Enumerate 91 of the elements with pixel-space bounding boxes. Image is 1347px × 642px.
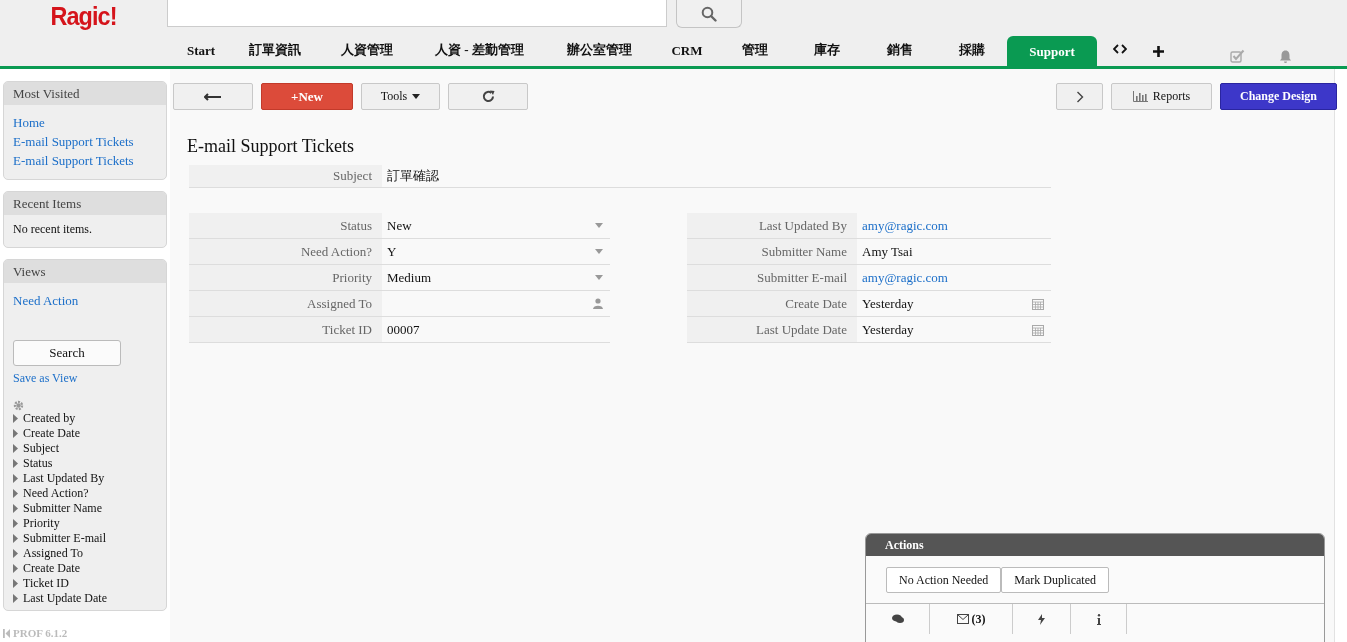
field-label: Priority — [189, 265, 382, 290]
save-view-link[interactable]: Save as View — [13, 369, 78, 388]
tab[interactable]: 人資管理 — [317, 36, 417, 66]
lightning-icon[interactable] — [1038, 613, 1045, 625]
field-label: Ticket ID — [189, 317, 382, 342]
field-value: 訂單確認 — [386, 167, 440, 185]
field-filter-item[interactable]: Create Date — [23, 561, 80, 576]
field-filter-item[interactable]: Subject — [23, 441, 59, 456]
panel-header: Views — [4, 260, 166, 283]
field-value[interactable]: Y — [382, 239, 610, 264]
field-value[interactable]: Yesterday — [857, 291, 1051, 316]
action-button[interactable]: No Action Needed — [886, 567, 1002, 593]
logo[interactable]: Ragic! — [8, 0, 159, 32]
field-filter-item[interactable]: Last Updated By — [23, 471, 105, 486]
field-value[interactable]: 00007 — [382, 317, 610, 342]
search-button[interactable]: Search — [13, 340, 121, 366]
field-label: Last Update Date — [687, 317, 857, 342]
caret-icon — [412, 94, 421, 99]
view-link[interactable]: Need Action — [13, 291, 79, 310]
user-icon[interactable] — [593, 298, 603, 309]
sidebar-link[interactable]: E-mail Support Tickets — [13, 151, 134, 170]
tab[interactable]: Start — [170, 36, 232, 66]
email-link[interactable]: amy@ragic.com — [862, 213, 948, 238]
caret-icon — [595, 275, 603, 280]
field-filter-item[interactable]: Ticket ID — [23, 576, 69, 591]
bar-chart-icon — [1132, 91, 1148, 102]
field-value[interactable]: Yesterday — [857, 317, 1051, 342]
calendar-icon[interactable] — [1032, 323, 1044, 336]
field-filter-item[interactable]: Priority — [23, 516, 60, 531]
checkbox-icon[interactable] — [1230, 49, 1245, 63]
search-button[interactable] — [676, 0, 742, 28]
refresh-button[interactable] — [448, 83, 528, 110]
caret-icon — [595, 223, 603, 228]
search-icon — [701, 5, 717, 22]
tab[interactable]: 人資 - 差勤管理 — [417, 36, 542, 66]
tab[interactable]: 訂單資訊 — [232, 36, 317, 66]
email-link[interactable]: amy@ragic.com — [862, 265, 948, 290]
field-label: Need Action? — [189, 239, 382, 264]
field-label: Submitter E-mail — [687, 265, 857, 290]
field-filter-item[interactable]: Last Update Date — [23, 591, 107, 606]
tab[interactable]: 採購 — [937, 36, 1007, 66]
reports-button[interactable]: Reports — [1111, 83, 1212, 110]
field-label: Assigned To — [189, 291, 382, 316]
refresh-icon — [481, 90, 495, 103]
tab[interactable]: Support — [1007, 36, 1097, 66]
field-filter-item[interactable]: Create Date — [23, 426, 80, 441]
field-filter-item[interactable]: Status — [23, 456, 53, 471]
field-label: Last Updated By — [687, 213, 857, 238]
field-label: Submitter Name — [687, 239, 857, 264]
field-value[interactable]: Amy Tsai — [857, 239, 1051, 264]
calendar-icon[interactable] — [1032, 297, 1044, 310]
field-filter-item[interactable]: Submitter Name — [23, 501, 102, 516]
tab[interactable]: 管理 — [717, 36, 792, 66]
panel-header: Most Visited — [4, 82, 166, 105]
code-icon[interactable] — [1113, 44, 1127, 54]
action-button[interactable]: Mark Duplicated — [1001, 567, 1109, 593]
version-label: PROF 6.1.2 — [13, 627, 68, 639]
speech-bubbles-icon[interactable] — [891, 614, 904, 624]
field-value[interactable]: Medium — [382, 265, 610, 290]
chevron-right-icon — [1075, 90, 1084, 103]
field-filter-item[interactable]: Assigned To — [23, 546, 83, 561]
change-design-button[interactable]: Change Design — [1220, 83, 1337, 110]
tab[interactable]: 庫存 — [792, 36, 862, 66]
sidebar-link[interactable]: E-mail Support Tickets — [13, 132, 134, 151]
empty-note: No recent items. — [12, 221, 93, 238]
field-filter-item[interactable]: Created by — [23, 411, 76, 426]
search-field[interactable] — [167, 0, 667, 27]
tab[interactable]: 銷售 — [862, 36, 937, 66]
field-value[interactable]: New — [382, 213, 610, 238]
gear-icon[interactable] — [13, 400, 24, 411]
form-title: E-mail Support Tickets — [187, 136, 355, 157]
field-label: Status — [189, 213, 382, 238]
caret-icon — [595, 249, 603, 254]
back-button[interactable] — [173, 83, 253, 110]
left-arrow-icon — [204, 92, 222, 101]
sidebar-link[interactable]: Home — [13, 113, 45, 132]
tools-button[interactable]: Tools — [361, 83, 440, 110]
tab[interactable]: 辦公室管理 — [542, 36, 657, 66]
plus-icon[interactable] — [1153, 46, 1164, 57]
envelope-icon — [956, 614, 969, 624]
field-label: Subject — [189, 165, 382, 187]
bell-icon[interactable] — [1279, 48, 1292, 64]
field-label: Create Date — [687, 291, 857, 316]
tab[interactable]: CRM — [657, 36, 717, 66]
email-tab[interactable]: (3) — [930, 604, 1013, 634]
info-icon[interactable] — [1096, 613, 1101, 625]
field-filter-item[interactable]: Need Action? — [23, 486, 89, 501]
new-button[interactable]: +New — [261, 83, 353, 110]
field-filter-item[interactable]: Submitter E-mail — [23, 531, 106, 546]
panel-header: Actions — [866, 534, 1324, 556]
panel-header: Recent Items — [4, 192, 166, 215]
